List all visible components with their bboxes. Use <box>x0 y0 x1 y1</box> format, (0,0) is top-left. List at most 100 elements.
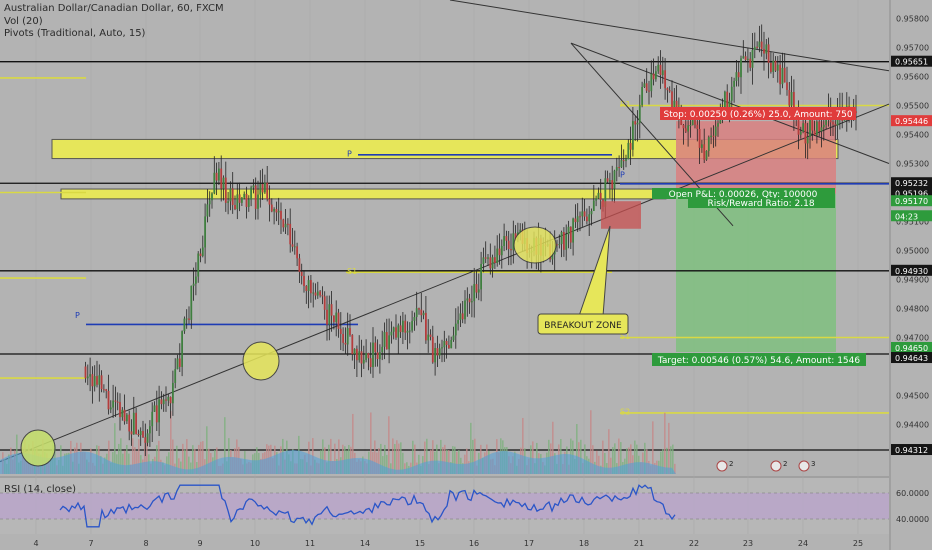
candle-body <box>786 82 788 90</box>
candle-body <box>282 219 285 228</box>
volume-bar <box>608 429 610 474</box>
candle-body <box>742 56 745 59</box>
candle-body <box>91 374 94 387</box>
candle-body <box>806 136 809 144</box>
candle-body <box>213 172 216 194</box>
candle-body <box>728 100 731 108</box>
event-badge-count: 2 <box>783 460 787 468</box>
candle-body <box>284 223 287 228</box>
candle-body <box>740 58 742 78</box>
candle-body <box>717 123 719 127</box>
candle-body <box>277 210 280 213</box>
candle-body <box>201 247 204 257</box>
candle-body <box>643 83 646 87</box>
candle-body <box>169 396 172 404</box>
volume-bar <box>396 440 398 474</box>
support-highlight-circle[interactable] <box>513 226 557 264</box>
chart-stage: PPPS1S1S2R1BREAKOUT ZONEStop: 0.00250 (0… <box>0 0 932 550</box>
candle-body <box>342 333 344 343</box>
candle-body <box>574 218 577 223</box>
candle-body <box>149 426 151 434</box>
candle-body <box>673 100 676 108</box>
event-badge-count: 3 <box>811 460 815 468</box>
volume-legend[interactable]: Vol (20) <box>4 16 43 27</box>
candle-body <box>638 105 641 123</box>
candle-body <box>712 135 715 137</box>
candle-body <box>208 200 211 205</box>
price-tick-label: 0.94400 <box>896 421 929 430</box>
retest-highlight-circle[interactable] <box>242 341 280 381</box>
candle-body <box>397 325 400 338</box>
candle-body <box>627 142 630 160</box>
volume-bar <box>186 439 188 474</box>
candle-body <box>231 188 234 206</box>
event-badge-icon[interactable] <box>798 460 810 472</box>
time-tick-label: 18 <box>579 539 589 548</box>
candle-body <box>105 389 108 391</box>
event-badge-count: 2 <box>729 460 733 468</box>
candle-body <box>763 48 765 54</box>
candle-body <box>464 300 466 320</box>
candle-body <box>834 124 837 126</box>
candle-body <box>707 137 710 151</box>
time-tick-label: 9 <box>197 539 202 548</box>
candle-body <box>818 121 821 132</box>
price-tick-label: 0.94800 <box>896 305 929 314</box>
candle-body <box>500 245 503 256</box>
pivots-legend[interactable]: Pivots (Traditional, Auto, 15) <box>4 28 145 39</box>
event-badge-icon[interactable] <box>716 460 728 472</box>
candle-body <box>190 285 193 320</box>
volume-bar <box>664 412 666 474</box>
candle-body <box>247 199 250 207</box>
price-marker-label: 0.95446 <box>895 117 928 126</box>
candle-body <box>650 73 653 92</box>
candle-body <box>275 209 278 213</box>
price-marker-label: 0.95170 <box>895 197 928 206</box>
candle-body <box>369 358 372 368</box>
candle-body <box>337 312 340 329</box>
candle-body <box>224 177 227 203</box>
candle-body <box>484 257 487 259</box>
candle-body <box>220 168 223 189</box>
trading-chart[interactable]: PPPS1S1S2R1BREAKOUT ZONEStop: 0.00250 (0… <box>0 0 932 550</box>
pivot-label: P <box>75 311 80 320</box>
candle-body <box>477 289 480 293</box>
candle-body <box>811 118 814 131</box>
candle-body <box>151 411 154 427</box>
rsi-tick-label: 40.0000 <box>896 515 929 524</box>
candle-body <box>581 211 584 217</box>
demand-highlight-circle[interactable] <box>20 429 56 467</box>
rsi-tick-label: 60.0000 <box>896 489 929 498</box>
candle-body <box>121 409 124 418</box>
time-tick-label: 17 <box>524 539 534 548</box>
candle-body <box>714 126 717 136</box>
candle-body <box>618 167 620 169</box>
candle-body <box>820 127 823 132</box>
candle-body <box>776 64 779 71</box>
candle-body <box>473 284 476 302</box>
time-tick-label: 8 <box>143 539 148 548</box>
candle-body <box>314 292 317 296</box>
event-badge-icon[interactable] <box>770 460 782 472</box>
time-axis[interactable] <box>0 535 889 550</box>
candle-body <box>737 72 740 78</box>
candle-body <box>452 335 455 340</box>
candle-body <box>376 352 379 360</box>
candle-body <box>353 348 356 355</box>
candle-body <box>606 178 609 182</box>
candle-body <box>178 358 181 367</box>
candle-body <box>576 216 579 223</box>
candle-body <box>694 119 696 125</box>
candle-body <box>142 431 144 438</box>
candle-body <box>362 359 365 364</box>
candle-body <box>139 431 142 436</box>
candle-body <box>751 49 754 68</box>
candle-body <box>300 271 303 276</box>
candle-body <box>730 86 733 101</box>
candle-body <box>218 168 220 181</box>
candle-body <box>257 194 259 209</box>
candle-body <box>333 315 335 323</box>
symbol-legend[interactable]: Australian Dollar/Canadian Dollar, 60, F… <box>4 3 224 14</box>
rsi-legend[interactable]: RSI (14, close) <box>4 484 76 495</box>
candle-body <box>388 335 390 350</box>
